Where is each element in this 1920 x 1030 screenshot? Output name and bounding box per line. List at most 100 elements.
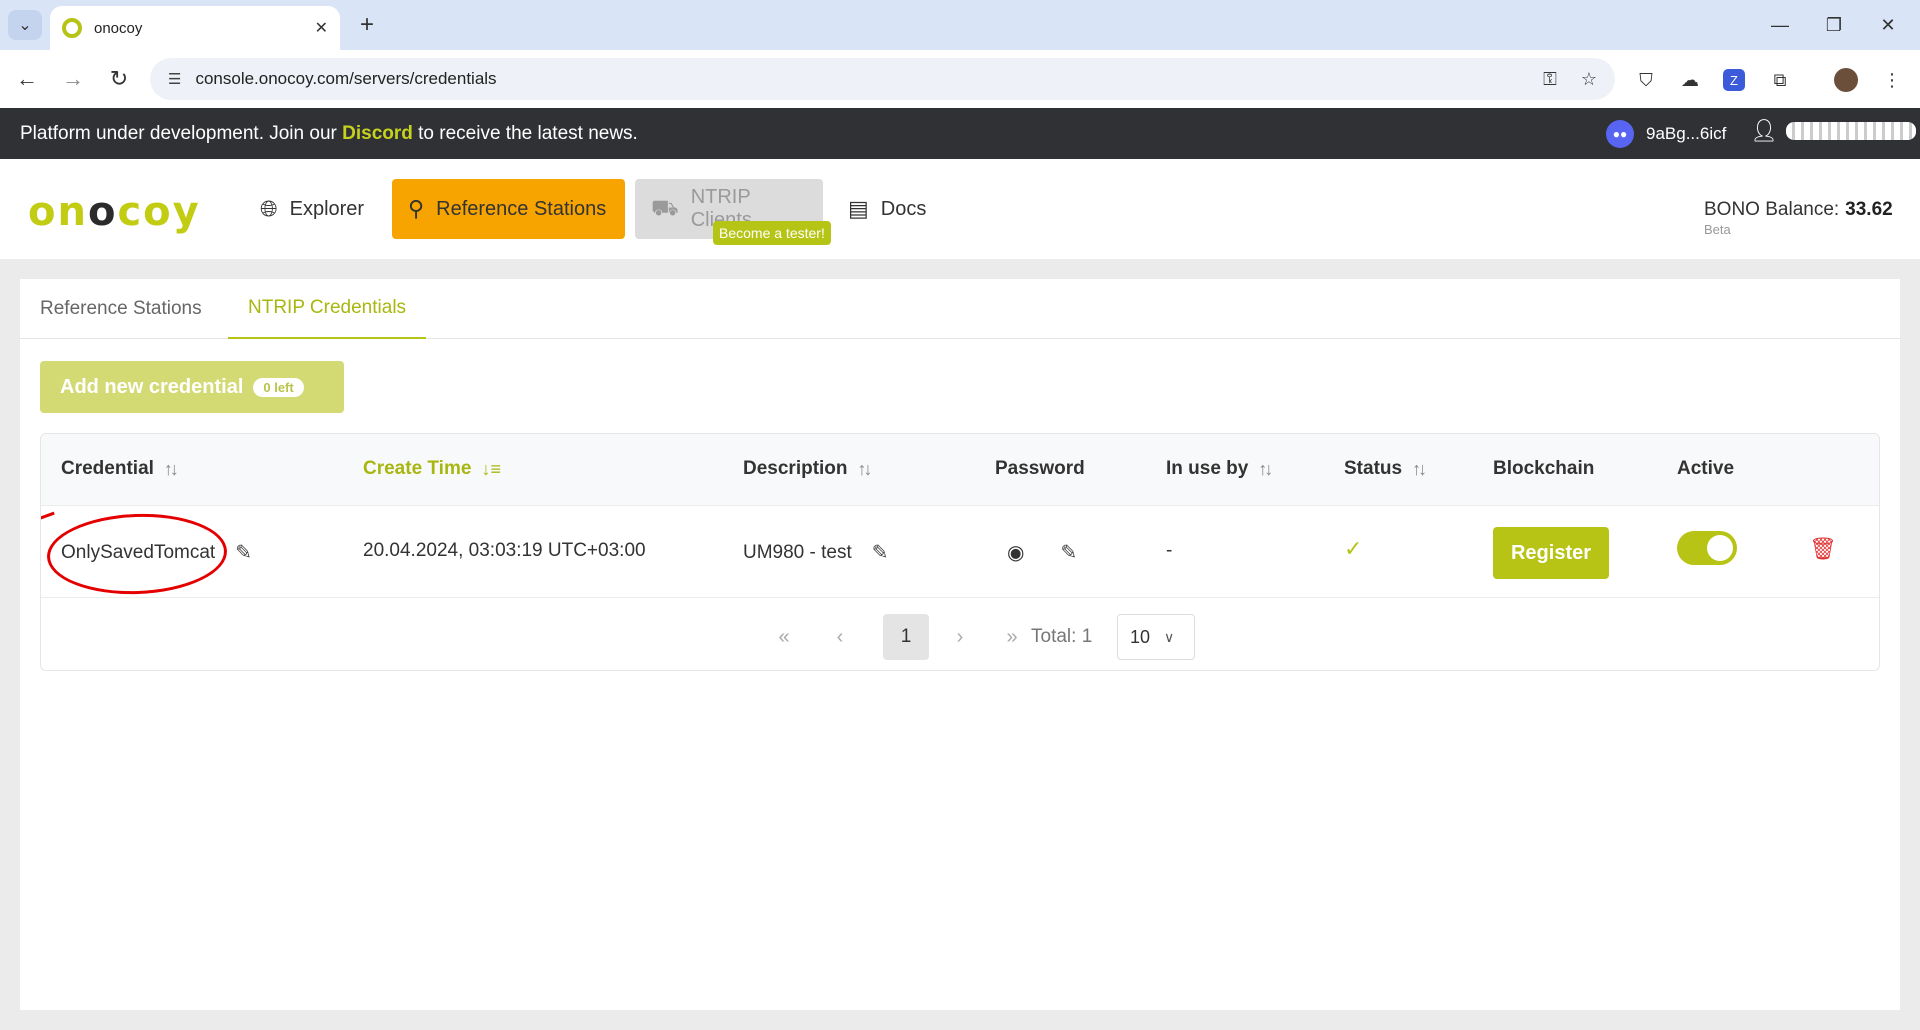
credentials-table: Credential ↑↓ Create Time ↓≡ Description ↑↓… [40,433,1880,671]
minimize-icon[interactable]: — [1760,8,1800,42]
pagination: « ‹ 1 › » Total: 1 10 ∨ [41,598,1879,670]
tab-reference-stations[interactable]: Reference Stations [20,279,222,339]
reload-icon[interactable]: ↻ [104,64,134,94]
banner-text-start: Platform under development. Join our [20,122,343,144]
restore-icon[interactable]: ❐ [1814,8,1854,42]
last-page-icon[interactable]: » [997,614,1027,660]
chevron-down-icon: ⌄ [18,17,32,34]
active-toggle[interactable] [1677,531,1737,565]
sort-descending-icon: ↓≡ [481,458,501,479]
next-page-icon[interactable]: › [945,614,975,660]
tab-ntrip-credentials[interactable]: NTRIP Credentials [228,279,427,339]
prev-page-icon[interactable]: ‹ [825,614,855,660]
wallet-button[interactable]: ●● 9aBg...6icf [1606,120,1726,148]
back-icon[interactable]: ← [12,64,42,94]
nav-docs[interactable]: ▤ Docs [832,179,942,239]
address-url[interactable]: console.onocoy.com/servers/credentials [195,69,1519,89]
sort-icon: ↑↓ [1412,458,1427,479]
tripod-icon: ⚲ [408,196,425,221]
cell-description: UM980 - test ✎ [743,540,889,565]
extensions-puzzle-icon[interactable]: ⧉ [1766,66,1794,94]
credential-name: OnlySavedTomcat [61,541,216,563]
col-password: Password [995,458,1085,480]
logo-part-1: on [28,189,88,235]
page-tabs: Reference Stations NTRIP Credentials [20,279,1900,339]
app-header: onocoy 🌐︎ Explorer ⚲ Reference Stations … [0,159,1920,259]
red-annotation-mark [41,511,55,524]
browser-toolbar: ← → ↻ ☰ console.onocoy.com/servers/crede… [0,50,1920,108]
col-status-label: Status [1344,458,1403,479]
trash-icon[interactable]: 🗑︎ [1809,536,1837,562]
window-close-icon[interactable]: ✕ [1868,8,1908,42]
add-credential-label: Add new credential [60,375,244,398]
user-menu[interactable]: 👤︎ [1750,118,1916,144]
col-status[interactable]: Status ↑↓ [1344,458,1427,480]
eye-icon[interactable]: ◉ [1007,540,1024,565]
page-size-value: 10 [1130,626,1151,647]
dev-banner: Platform under development. Join our Dis… [0,108,1920,159]
page-size-select[interactable]: 10 ∨ [1117,614,1195,660]
col-create-time[interactable]: Create Time ↓≡ [363,458,501,480]
banner-text-end: to receive the latest news. [412,122,638,144]
more-menu-icon[interactable]: ⋮ [1878,66,1906,94]
browser-tab-strip: ⌄ onocoy ✕ + — ❐ ✕ [0,0,1920,50]
cloud-extension-icon[interactable]: ☁ [1676,66,1704,94]
cell-password: ◉ ✎ [1007,540,1077,565]
toggle-knob [1707,535,1733,561]
col-in-use-by-label: In use by [1166,458,1249,479]
become-tester-badge[interactable]: Become a tester! [713,221,831,245]
bookmark-star-icon[interactable]: ☆ [1581,69,1597,90]
nav-reference-stations[interactable]: ⚲ Reference Stations [392,179,625,239]
col-description[interactable]: Description ↑↓ [743,458,873,480]
nav-explorer[interactable]: 🌐︎ Explorer [244,179,380,239]
credentials-left-badge: 0 left [253,377,304,397]
col-in-use-by[interactable]: In use by ↑↓ [1166,458,1273,480]
tab-search-button[interactable]: ⌄ [8,10,42,40]
wallet-ghost-icon: ●● [1606,120,1634,148]
logo-part-2: o [87,189,118,235]
wallet-address: 9aBg...6icf [1646,124,1727,143]
close-icon[interactable]: ✕ [315,18,328,38]
profile-avatar[interactable] [1832,66,1860,94]
col-active-label: Active [1677,458,1735,479]
col-blockchain: Blockchain [1493,458,1594,480]
check-icon: ✓ [1344,536,1363,561]
col-credential[interactable]: Credential ↑↓ [61,458,179,480]
register-button[interactable]: Register [1493,527,1609,579]
globe-icon: 🌐︎ [260,196,278,221]
cell-in-use-by: - [1166,540,1173,561]
col-password-label: Password [995,458,1085,479]
cell-credential: OnlySavedTomcat ✎ [61,540,252,565]
col-active: Active [1677,458,1734,480]
first-page-icon[interactable]: « [769,614,799,660]
table-row: OnlySavedTomcat ✎ 20.04.2024, 03:03:19 U… [41,506,1879,598]
description-text: UM980 - test [743,541,852,563]
cell-status: ✓ [1344,536,1362,562]
avatar [1834,68,1858,92]
col-description-label: Description [743,458,848,479]
onocoy-logo[interactable]: onocoy [28,189,201,235]
onocoy-favicon-icon [62,18,82,38]
password-key-icon[interactable]: ⚿ [1543,69,1557,90]
pencil-icon[interactable]: ✎ [872,540,889,565]
balance-beta-label: Beta [1704,222,1731,237]
browser-tab[interactable]: onocoy ✕ [50,6,340,50]
pencil-icon[interactable]: ✎ [235,540,252,565]
main-card: Reference Stations NTRIP Credentials Add… [20,279,1900,1010]
zoom-extension-icon[interactable]: Z [1720,66,1748,94]
table-header: Credential ↑↓ Create Time ↓≡ Description ↑↓… [41,434,1879,506]
discord-link[interactable]: Discord [342,123,413,145]
page-number-current[interactable]: 1 [883,614,929,660]
pencil-icon[interactable]: ✎ [1060,540,1077,565]
nav-reference-stations-label: Reference Stations [436,197,607,220]
new-tab-button[interactable]: + [352,10,382,40]
address-bar[interactable]: ☰ console.onocoy.com/servers/credentials… [150,58,1615,100]
add-credential-button[interactable]: Add new credential 0 left [40,361,344,413]
site-settings-icon[interactable]: ☰ [168,70,181,88]
cell-create-time: 20.04.2024, 03:03:19 UTC+03:00 [363,540,646,561]
sort-icon: ↑↓ [1258,458,1273,479]
forward-icon[interactable]: → [58,64,88,94]
balance-value: 33.62 [1845,199,1893,220]
chevron-down-icon: ∨ [1164,628,1175,645]
shield-extension-icon[interactable]: ⛉ [1632,66,1660,94]
